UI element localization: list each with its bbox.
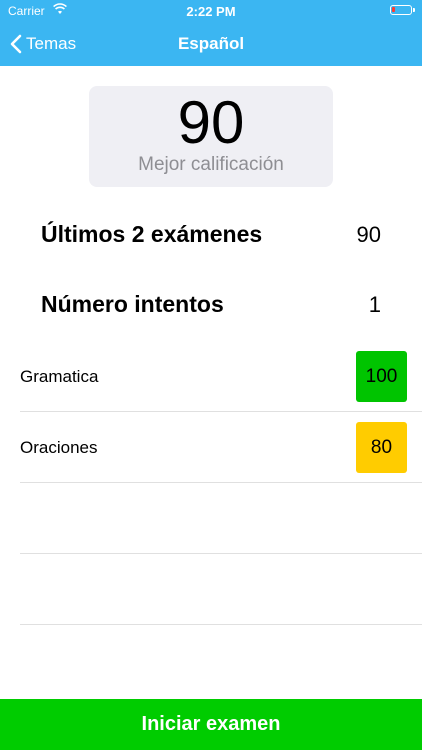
best-score-card: 90 Mejor calificación xyxy=(89,86,333,187)
topic-list: Gramatica 100 Oraciones 80 xyxy=(0,341,422,625)
best-score-value: 90 xyxy=(177,89,245,156)
empty-row xyxy=(20,483,422,554)
header: Carrier 2:22 PM Temas Español xyxy=(0,0,422,66)
stat-row-last-exams: Últimos 2 exámenes 90 xyxy=(41,217,381,251)
battery-icon xyxy=(390,5,415,15)
topic-name: Gramatica xyxy=(20,367,99,386)
navigation-bar: Temas Español xyxy=(0,22,422,66)
stat-value: 1 xyxy=(368,292,381,317)
status-time: 2:22 PM xyxy=(186,4,236,19)
grade-badge: 100 xyxy=(356,351,407,402)
grade-badge: 80 xyxy=(356,422,407,473)
stat-row-attempts: Número intentos 1 xyxy=(41,287,381,321)
stat-value: 90 xyxy=(356,222,381,247)
battery-level xyxy=(392,7,395,12)
table-row[interactable]: Oraciones 80 xyxy=(20,412,422,483)
page-title: Español xyxy=(177,34,245,53)
stat-label: Número intentos xyxy=(41,291,224,317)
start-exam-button[interactable]: Iniciar examen xyxy=(0,699,422,750)
table-row[interactable]: Gramatica 100 xyxy=(20,341,422,412)
status-bar: Carrier 2:22 PM xyxy=(0,0,422,22)
empty-row xyxy=(20,554,422,625)
best-score-label: Mejor calificación xyxy=(138,154,284,175)
topic-name: Oraciones xyxy=(20,438,98,457)
stat-label: Últimos 2 exámenes xyxy=(41,221,263,247)
